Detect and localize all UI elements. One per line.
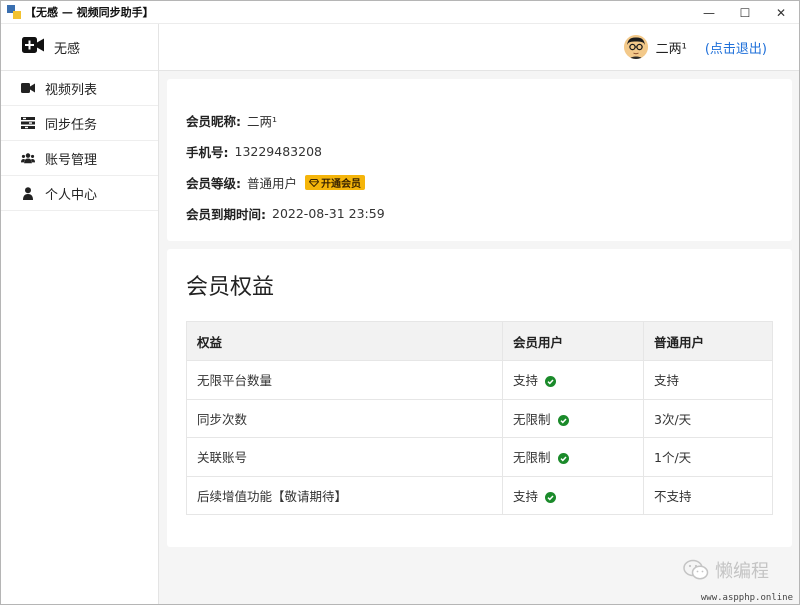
table-row: 后续增值功能【敬请期待】 支持 不支持 — [186, 475, 773, 515]
phone-row: 手机号: 13229483208 — [186, 142, 322, 161]
title-bar[interactable]: 【无感 — 视频同步助手】 — ☐ ✕ — [1, 1, 799, 24]
brand-name: 无感 — [54, 41, 81, 57]
vip-cell: 支持 — [502, 475, 644, 515]
profile-card: 会员昵称: 二两¹ 手机号: 13229483208 会员等级: 普通用户 开通… — [167, 79, 792, 241]
benefit-name: 同步次数 — [186, 398, 503, 438]
vip-cell: 支持 — [502, 360, 644, 400]
column-header: 普通用户 — [643, 321, 773, 361]
vip-value: 无限制 — [513, 411, 551, 427]
sidebar-item-profile[interactable]: 个人中心 — [1, 176, 158, 211]
minimize-button[interactable]: — — [691, 1, 727, 24]
app-logo-icon — [7, 5, 21, 19]
benefit-name: 无限平台数量 — [186, 360, 503, 400]
expire-label: 会员到期时间: — [186, 207, 266, 222]
sidebar-item-label: 账号管理 — [45, 152, 98, 168]
tasks-icon — [21, 116, 35, 130]
nickname-value: 二两¹ — [247, 114, 278, 129]
user-name: 二两¹ — [655, 41, 687, 57]
check-circle-icon — [545, 491, 557, 503]
check-circle-icon — [557, 414, 569, 426]
sidebar-item-accounts[interactable]: 账号管理 — [1, 141, 158, 176]
watermark-text: 懒编程 — [715, 561, 769, 582]
wechat-icon — [683, 559, 709, 580]
upgrade-vip-button[interactable]: 开通会员 — [305, 175, 366, 190]
users-icon — [21, 151, 35, 165]
sidebar-item-label: 个人中心 — [45, 187, 98, 203]
user-icon — [21, 186, 35, 200]
level-value: 普通用户 — [247, 176, 298, 191]
vip-cell: 无限制 — [502, 398, 644, 438]
column-header: 权益 — [186, 321, 503, 361]
phone-value: 13229483208 — [234, 144, 322, 159]
watermark: 懒编程 — [683, 557, 769, 583]
table-row: 关联账号 无限制 1个/天 — [186, 437, 773, 477]
normal-value: 1个/天 — [643, 437, 773, 477]
sidebar-item-label: 同步任务 — [45, 117, 98, 133]
logout-link[interactable]: (点击退出) — [705, 38, 767, 57]
app-window: 【无感 — 视频同步助手】 — ☐ ✕ 无感 视频列表 同步任务 账号管理 个人… — [0, 0, 800, 605]
nickname-row: 会员昵称: 二两¹ — [186, 111, 277, 130]
table-row: 无限平台数量 支持 支持 — [186, 360, 773, 400]
check-circle-icon — [545, 376, 557, 388]
column-header: 会员用户 — [502, 321, 644, 361]
sidebar-item-label: 视频列表 — [45, 82, 98, 98]
phone-label: 手机号: — [186, 145, 229, 160]
benefits-card: 会员权益 权益 会员用户 普通用户 无限平台数量 支持 支持 同步次数 无限制 — [167, 249, 792, 547]
expire-value: 2022-08-31 23:59 — [272, 206, 385, 221]
sidebar-item-sync-tasks[interactable]: 同步任务 — [1, 106, 158, 141]
benefit-name: 关联账号 — [186, 437, 503, 477]
sidebar-item-video-list[interactable]: 视频列表 — [1, 71, 158, 106]
avatar[interactable] — [623, 35, 648, 59]
normal-value: 不支持 — [643, 475, 773, 515]
table-header-row: 权益 会员用户 普通用户 — [186, 321, 773, 361]
nickname-label: 会员昵称: — [186, 114, 241, 129]
normal-value: 支持 — [643, 360, 773, 400]
check-circle-icon — [557, 453, 569, 465]
close-button[interactable]: ✕ — [763, 1, 799, 24]
benefit-name: 后续增值功能【敬请期待】 — [186, 475, 503, 515]
diamond-icon — [309, 178, 320, 187]
video-plus-icon — [22, 37, 44, 57]
site-watermark: www.aspphp.online — [700, 593, 793, 603]
normal-value: 3次/天 — [643, 398, 773, 438]
upgrade-vip-label: 开通会员 — [321, 179, 362, 190]
benefits-title: 会员权益 — [186, 275, 275, 300]
sidebar: 无感 视频列表 同步任务 账号管理 个人中心 — [1, 24, 159, 604]
benefits-table: 权益 会员用户 普通用户 无限平台数量 支持 支持 同步次数 无限制 3次/天 … — [186, 321, 773, 515]
vip-value: 支持 — [513, 373, 539, 389]
vip-value: 支持 — [513, 488, 539, 504]
brand[interactable]: 无感 — [1, 24, 158, 71]
top-header: 二两¹ (点击退出) — [159, 24, 799, 71]
window-title: 【无感 — 视频同步助手】 — [25, 6, 154, 19]
video-camera-icon — [21, 81, 35, 95]
table-row: 同步次数 无限制 3次/天 — [186, 398, 773, 438]
maximize-button[interactable]: ☐ — [727, 1, 763, 24]
level-label: 会员等级: — [186, 176, 241, 191]
vip-cell: 无限制 — [502, 437, 644, 477]
vip-value: 无限制 — [513, 450, 551, 466]
level-row: 会员等级: 普通用户 开通会员 — [186, 173, 366, 192]
expire-row: 会员到期时间: 2022-08-31 23:59 — [186, 204, 385, 223]
